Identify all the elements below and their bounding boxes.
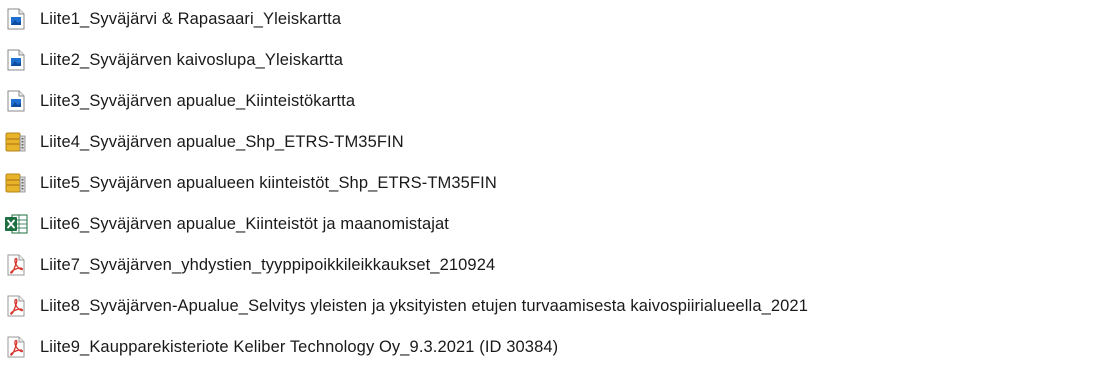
excel-file-icon: [4, 212, 28, 236]
image-file-icon: [4, 89, 28, 113]
file-item[interactable]: Liite1_Syväjärvi & Rapasaari_Yleiskartta: [4, 4, 341, 34]
file-item[interactable]: Liite7_Syväjärven_yhdystien_tyyppipoikki…: [4, 250, 495, 280]
pdf-file-icon: [4, 253, 28, 277]
pdf-file-icon: [4, 335, 28, 359]
file-item[interactable]: Liite4_Syväjärven apualue_Shp_ETRS-TM35F…: [4, 127, 404, 157]
file-item[interactable]: Liite6_Syväjärven apualue_Kiinteistöt ja…: [4, 209, 449, 239]
file-item[interactable]: Liite2_Syväjärven kaivoslupa_Yleiskartta: [4, 45, 343, 75]
image-file-icon: [4, 48, 28, 72]
zip-archive-icon: [4, 130, 28, 154]
file-item[interactable]: Liite9_Kaupparekisteriote Keliber Techno…: [4, 332, 558, 362]
file-name: Liite2_Syväjärven kaivoslupa_Yleiskartta: [40, 50, 343, 69]
file-name: Liite1_Syväjärvi & Rapasaari_Yleiskartta: [40, 9, 342, 28]
file-name: Liite6_Syväjärven apualue_Kiinteistöt ja…: [40, 214, 449, 233]
file-item[interactable]: Liite3_Syväjärven apualue_Kiinteistökart…: [4, 86, 355, 116]
file-name: Liite9_Kaupparekisteriote Keliber Techno…: [40, 337, 559, 356]
file-name: Liite3_Syväjärven apualue_Kiinteistökart…: [40, 91, 356, 110]
zip-archive-icon: [4, 171, 28, 195]
file-name: Liite8_Syväjärven-Apualue_Selvitys yleis…: [40, 296, 808, 315]
pdf-file-icon: [4, 294, 28, 318]
file-name: Liite5_Syväjärven apualueen kiinteistöt_…: [40, 173, 497, 192]
file-item[interactable]: Liite8_Syväjärven-Apualue_Selvitys yleis…: [4, 291, 808, 321]
file-name: Liite4_Syväjärven apualue_Shp_ETRS-TM35F…: [40, 132, 404, 151]
file-item[interactable]: Liite5_Syväjärven apualueen kiinteistöt_…: [4, 168, 497, 198]
file-list: Liite1_Syväjärvi & Rapasaari_Yleiskartta…: [0, 0, 1108, 380]
image-file-icon: [4, 7, 28, 31]
file-name: Liite7_Syväjärven_yhdystien_tyyppipoikki…: [40, 255, 496, 274]
